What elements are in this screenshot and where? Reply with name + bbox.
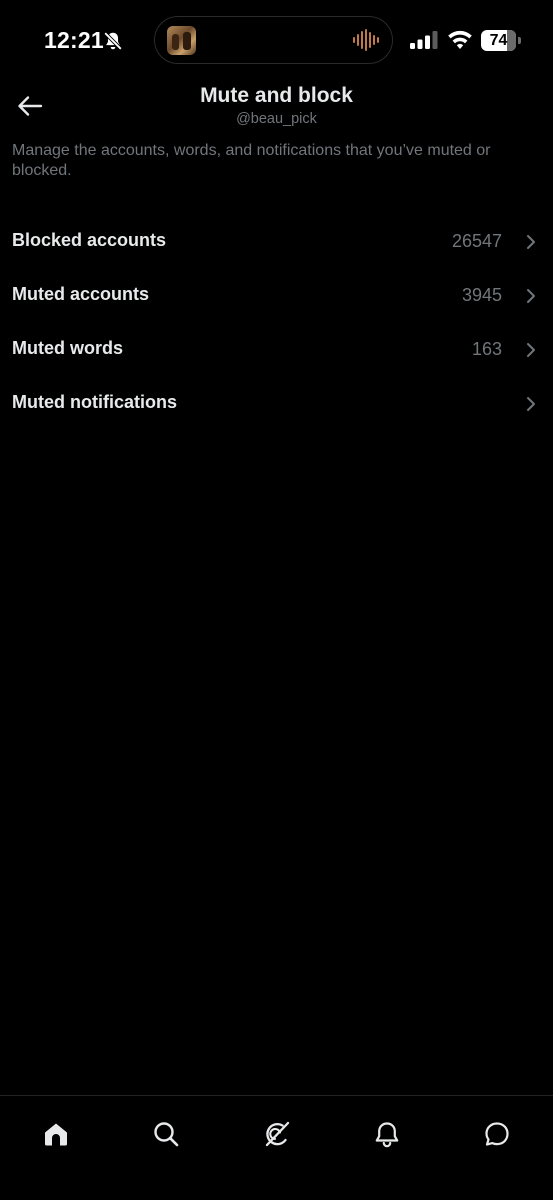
wifi-icon bbox=[448, 30, 472, 49]
nav-explore[interactable] bbox=[144, 1112, 188, 1156]
dynamic-island[interactable] bbox=[154, 16, 393, 64]
row-label: Blocked accounts bbox=[12, 230, 167, 250]
status-bar: 12:21 74 bbox=[0, 0, 553, 80]
chevron-right-icon bbox=[527, 235, 535, 249]
muted-notifications-row[interactable]: Muted notifications bbox=[0, 376, 553, 430]
now-playing-artwork bbox=[167, 26, 196, 55]
bell-icon bbox=[375, 1122, 399, 1148]
row-label: Muted notifications bbox=[12, 392, 177, 412]
chevron-right-icon bbox=[527, 343, 535, 357]
battery-body: 74 bbox=[481, 30, 516, 51]
battery-cap bbox=[518, 37, 521, 44]
muted-words-row[interactable]: Muted words 163 bbox=[0, 322, 553, 376]
chevron-right-icon bbox=[527, 397, 535, 411]
cellular-signal-icon bbox=[410, 31, 438, 49]
row-label: Muted words bbox=[12, 338, 123, 358]
page-description: Manage the accounts, words, and notifica… bbox=[12, 142, 491, 179]
bell-off-icon bbox=[103, 31, 123, 51]
row-count: 163 bbox=[471, 339, 502, 359]
blocked-accounts-row[interactable]: Blocked accounts 26547 bbox=[0, 214, 553, 268]
battery-indicator: 74 bbox=[481, 30, 521, 51]
battery-percentage: 74 bbox=[489, 32, 508, 49]
row-count: 26547 bbox=[451, 231, 502, 251]
muted-accounts-row[interactable]: Muted accounts 3945 bbox=[0, 268, 553, 322]
nav-home[interactable] bbox=[34, 1112, 78, 1156]
nav-messages[interactable] bbox=[475, 1112, 519, 1156]
status-time: 12:21 bbox=[44, 27, 104, 53]
row-count: 3945 bbox=[461, 285, 502, 305]
messages-icon bbox=[485, 1122, 509, 1146]
search-icon bbox=[154, 1122, 179, 1147]
page-title: Mute and block bbox=[200, 84, 353, 107]
nav-notifications[interactable] bbox=[365, 1112, 409, 1156]
nav-grok[interactable] bbox=[255, 1112, 299, 1156]
bottom-navigation-bar bbox=[0, 1095, 553, 1200]
chevron-right-icon bbox=[527, 289, 535, 303]
home-icon bbox=[45, 1123, 67, 1146]
row-label: Muted accounts bbox=[12, 284, 150, 304]
account-handle: @beau_pick bbox=[236, 111, 317, 127]
audio-waveform-icon bbox=[353, 29, 379, 51]
grok-icon bbox=[265, 1121, 290, 1147]
settings-list: Blocked accounts 26547 Muted accounts 39… bbox=[0, 214, 553, 430]
